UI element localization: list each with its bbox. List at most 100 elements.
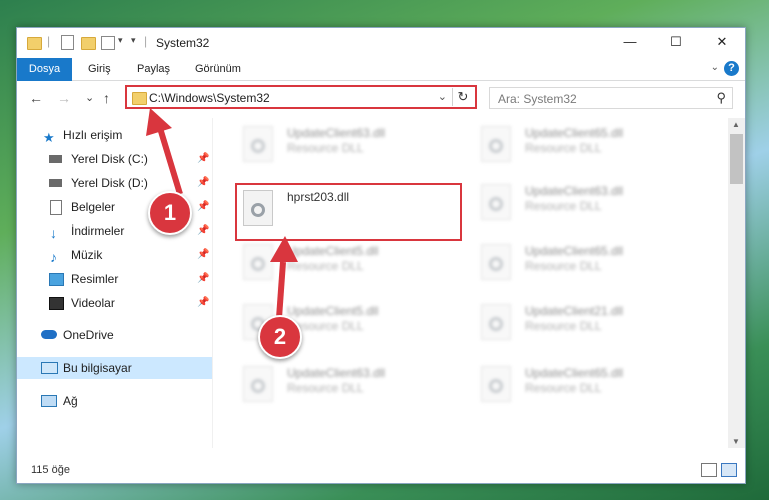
search-placeholder: Ara: System32 [498,92,577,106]
scroll-down-icon[interactable]: ▼ [732,437,740,446]
sidebar-item-label: Yerel Disk (C:) [71,152,148,166]
music-icon: ♪ [50,249,57,265]
file-type: Resource DLL [525,199,602,213]
pin-icon[interactable]: 📌 [197,148,209,170]
file-item[interactable]: UpdateClient21.dll Resource DLL [473,300,703,344]
file-item[interactable]: UpdateClient63.dll Resource DLL [235,362,465,406]
dll-file-icon [481,366,511,402]
sidebar-item-videos[interactable]: Videolar 📌 [17,292,212,314]
dll-file-icon [243,244,273,280]
file-name: UpdateClient65.dll [525,244,624,258]
dll-file-icon [481,126,511,162]
sidebar-item-network[interactable]: Ağ [17,390,212,412]
sidebar-item-label: OneDrive [63,328,114,342]
file-list: UpdateClient63.dll Resource DLL UpdateCl… [213,118,728,448]
sidebar-item-drive-c[interactable]: Yerel Disk (C:) 📌 [17,148,212,170]
drive-icon [49,155,62,163]
navigation-bar: ← → ⌄ ↑ C:\Windows\System32 ⌄ ↻ Ara: Sys… [17,81,745,115]
network-icon [41,395,57,407]
address-bar[interactable]: C:\Windows\System32 ⌄ ↻ [125,85,477,109]
sidebar-item-label: Belgeler [71,200,116,214]
sidebar-item-pictures[interactable]: Resimler 📌 [17,268,212,290]
up-button[interactable]: ↑ [103,90,110,106]
dropdown-arrow-icon[interactable]: ▾ [118,35,123,46]
file-name: UpdateClient65.dll [525,126,624,140]
address-path[interactable]: C:\Windows\System32 [149,91,270,105]
pin-icon[interactable]: 📌 [197,244,209,266]
maximize-button[interactable]: ☐ [653,28,699,58]
file-item[interactable]: UpdateClient63.dll Resource DLL [235,122,465,166]
folder-icon[interactable] [27,37,42,50]
chevron-down-icon[interactable]: ⌄ [438,90,447,103]
file-type: Resource DLL [525,381,602,395]
explorer-window: | ▾ ▾ | System32 — ☐ ✕ Dosya Giriş Payla… [16,27,746,484]
details-view-icon[interactable] [701,463,717,477]
file-item[interactable]: UpdateClient65.dll Resource DLL [473,122,703,166]
file-type: Resource DLL [287,381,364,395]
folder-icon [132,92,147,105]
file-name: UpdateClient63.dll [287,126,386,140]
download-icon: ↓ [50,225,57,241]
tab-home[interactable]: Giriş [88,58,111,80]
status-bar: 115 öğe [17,458,745,482]
pin-icon[interactable]: 📌 [197,292,209,314]
sidebar-item-this-pc[interactable]: Bu bilgisayar [17,357,212,379]
sidebar-item-label: Müzik [71,248,103,262]
file-type: Resource DLL [525,319,602,333]
file-name: UpdateClient21.dll [525,304,624,318]
sidebar-item-drive-d[interactable]: Yerel Disk (D:) 📌 [17,172,212,194]
dll-file-icon [243,126,273,162]
drive-icon [49,179,62,187]
file-name: UpdateClient5.dll [287,304,379,318]
sidebar-item-label: Yerel Disk (D:) [71,176,148,190]
close-button[interactable]: ✕ [699,28,745,58]
scroll-up-icon[interactable]: ▲ [732,120,740,129]
sidebar-item-label: Resimler [71,272,119,286]
dll-file-icon [243,366,273,402]
back-button[interactable]: ← [29,90,43,106]
search-icon[interactable]: ⚲ [716,90,726,106]
vertical-scrollbar[interactable]: ▲ ▼ [728,118,745,448]
sidebar-item-label: Hızlı erişim [63,128,123,142]
quick-access-toolbar-icon[interactable]: ▾ [131,35,136,46]
forward-button[interactable]: → [57,90,71,106]
properties-icon[interactable] [61,35,74,50]
refresh-button[interactable]: ↻ [452,88,473,106]
expand-ribbon-icon[interactable]: ⌄ [711,62,719,73]
file-name: UpdateClient63.dll [525,184,624,198]
sidebar-item-label: Videolar [71,296,115,310]
recent-locations-button[interactable]: ⌄ [85,91,94,104]
sidebar-item-label: Ağ [63,394,78,408]
documents-icon [50,200,62,215]
new-folder-icon[interactable] [81,37,96,50]
search-input[interactable]: Ara: System32 ⚲ [489,87,733,109]
pin-icon[interactable]: 📌 [197,196,209,218]
file-item[interactable]: UpdateClient65.dll Resource DLL [473,240,703,284]
ribbon-tabs: Dosya Giriş Paylaş Görünüm ⌄ ? [17,58,745,102]
tab-view[interactable]: Görünüm [195,58,241,80]
scroll-thumb[interactable] [730,134,743,184]
customize-icon[interactable] [101,36,115,50]
pin-icon[interactable]: 📌 [197,268,209,290]
computer-icon [41,362,58,374]
videos-icon [49,297,64,310]
window-title: System32 [156,36,210,50]
large-icons-view-icon[interactable] [721,463,737,477]
tab-share[interactable]: Paylaş [137,58,170,80]
sidebar-item-onedrive[interactable]: OneDrive [17,324,212,346]
step-badge-2: 2 [258,315,302,359]
file-item[interactable]: UpdateClient5.dll Resource DLL [235,240,465,284]
sidebar-item-music[interactable]: ♪ Müzik 📌 [17,244,212,266]
step-badge-1: 1 [148,191,192,235]
navigation-pane: ★ Hızlı erişim Yerel Disk (C:) 📌 Yerel D… [17,118,213,448]
file-item[interactable]: UpdateClient63.dll Resource DLL [473,180,703,224]
sidebar-item-quick-access[interactable]: ★ Hızlı erişim [17,124,212,146]
separator: | [47,34,51,48]
file-name: UpdateClient63.dll [287,366,386,380]
minimize-button[interactable]: — [607,28,653,58]
file-item[interactable]: UpdateClient65.dll Resource DLL [473,362,703,406]
pin-icon[interactable]: 📌 [197,172,209,194]
help-icon[interactable]: ? [724,61,739,76]
title-bar: | ▾ ▾ | System32 — ☐ ✕ [17,28,745,58]
pin-icon[interactable]: 📌 [197,220,209,242]
